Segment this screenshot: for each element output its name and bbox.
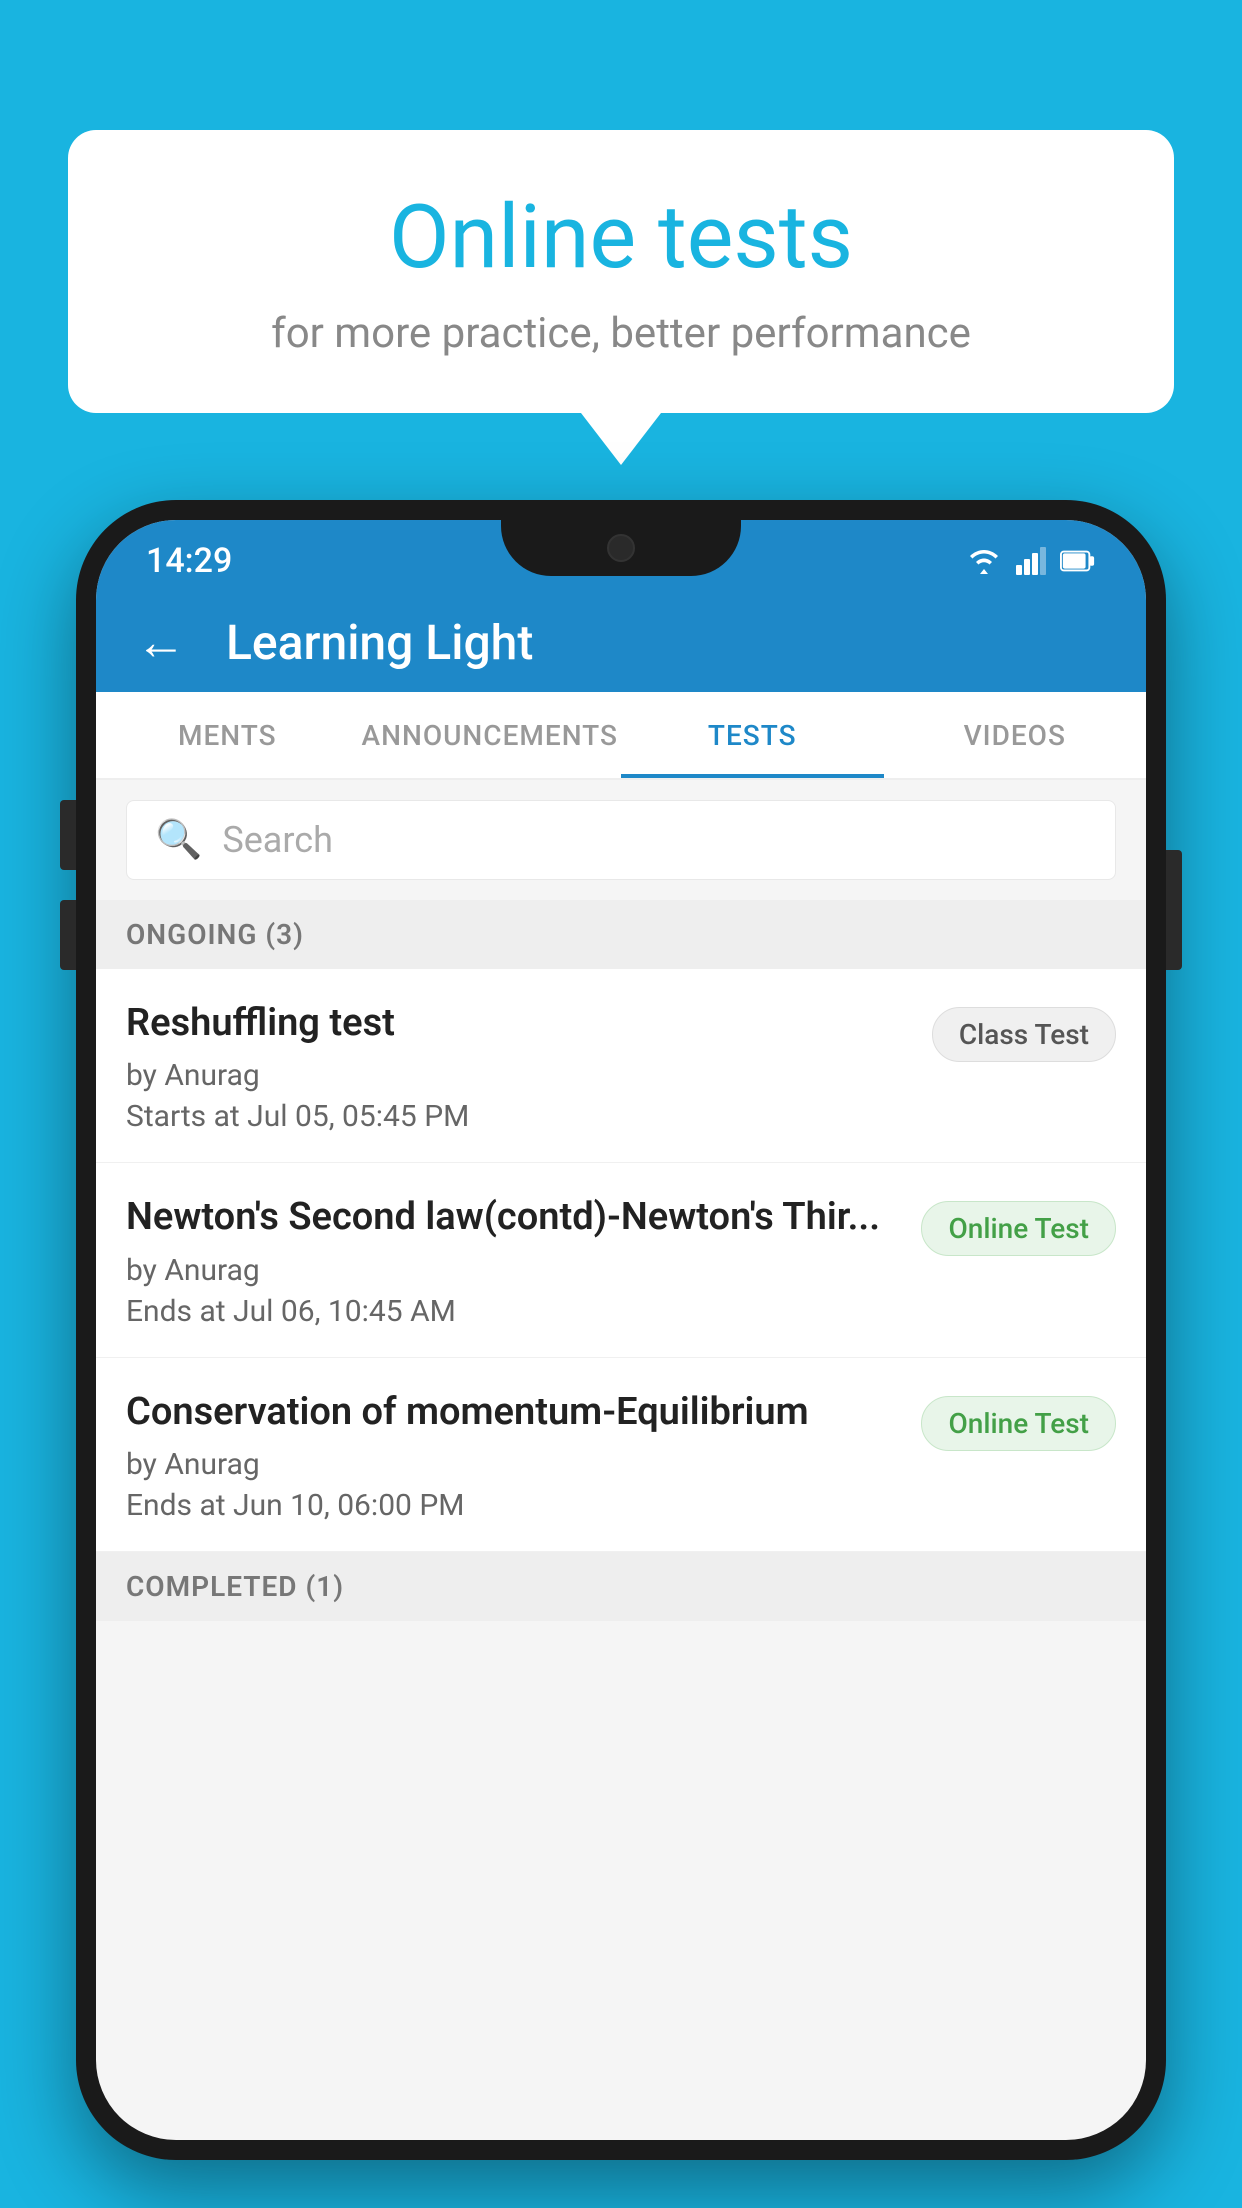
back-button[interactable]: ← (136, 613, 186, 672)
status-time: 14:29 (146, 541, 232, 581)
tests-list: Reshuffling test by Anurag Starts at Jul… (96, 969, 1146, 1552)
speech-bubble-container: Online tests for more practice, better p… (68, 130, 1174, 413)
test-author: by Anurag (126, 1253, 901, 1288)
tab-tests[interactable]: TESTS (621, 692, 884, 778)
phone-container: 14:29 (76, 500, 1166, 2208)
speech-bubble: Online tests for more practice, better p… (68, 130, 1174, 413)
test-item[interactable]: Reshuffling test by Anurag Starts at Jul… (96, 969, 1146, 1163)
phone-screen: 14:29 (96, 520, 1146, 2140)
side-button-vol-down (60, 900, 76, 970)
tabs-container: MENTS ANNOUNCEMENTS TESTS VIDEOS (96, 692, 1146, 780)
tab-ments[interactable]: MENTS (96, 692, 359, 778)
test-item[interactable]: Conservation of momentum-Equilibrium by … (96, 1358, 1146, 1552)
test-name: Reshuffling test (126, 999, 912, 1048)
search-bar[interactable]: 🔍 Search (126, 800, 1116, 880)
test-badge-class: Class Test (932, 1007, 1116, 1062)
search-placeholder: Search (222, 819, 333, 861)
search-icon: 🔍 (155, 818, 202, 862)
tab-videos[interactable]: VIDEOS (884, 692, 1147, 778)
test-name: Conservation of momentum-Equilibrium (126, 1388, 901, 1437)
speech-bubble-subtitle: for more practice, better performance (118, 309, 1124, 358)
search-container: 🔍 Search (96, 780, 1146, 900)
test-date: Ends at Jun 10, 06:00 PM (126, 1488, 901, 1523)
status-icons (966, 547, 1096, 575)
test-badge-online: Online Test (921, 1201, 1116, 1256)
test-name: Newton's Second law(contd)-Newton's Thir… (126, 1193, 901, 1242)
phone-frame: 14:29 (76, 500, 1166, 2160)
battery-icon (1060, 547, 1096, 575)
test-info: Reshuffling test by Anurag Starts at Jul… (126, 999, 932, 1134)
app-bar: ← Learning Light (96, 592, 1146, 692)
test-author: by Anurag (126, 1447, 901, 1482)
test-date: Starts at Jul 05, 05:45 PM (126, 1099, 912, 1134)
ongoing-section-header: ONGOING (3) (96, 900, 1146, 969)
app-bar-title: Learning Light (226, 614, 533, 671)
test-badge-online-2: Online Test (921, 1396, 1116, 1451)
test-date: Ends at Jul 06, 10:45 AM (126, 1294, 901, 1329)
signal-icon (1016, 547, 1046, 575)
test-item[interactable]: Newton's Second law(contd)-Newton's Thir… (96, 1163, 1146, 1357)
side-button-power (1166, 850, 1182, 970)
speech-bubble-title: Online tests (118, 190, 1124, 287)
test-author: by Anurag (126, 1058, 912, 1093)
completed-section-header: COMPLETED (1) (96, 1552, 1146, 1621)
test-info: Conservation of momentum-Equilibrium by … (126, 1388, 921, 1523)
phone-notch (501, 520, 741, 576)
test-info: Newton's Second law(contd)-Newton's Thir… (126, 1193, 921, 1328)
wifi-icon (966, 547, 1002, 575)
tab-announcements[interactable]: ANNOUNCEMENTS (359, 692, 622, 778)
phone-camera (607, 534, 635, 562)
side-button-vol-up (60, 800, 76, 870)
